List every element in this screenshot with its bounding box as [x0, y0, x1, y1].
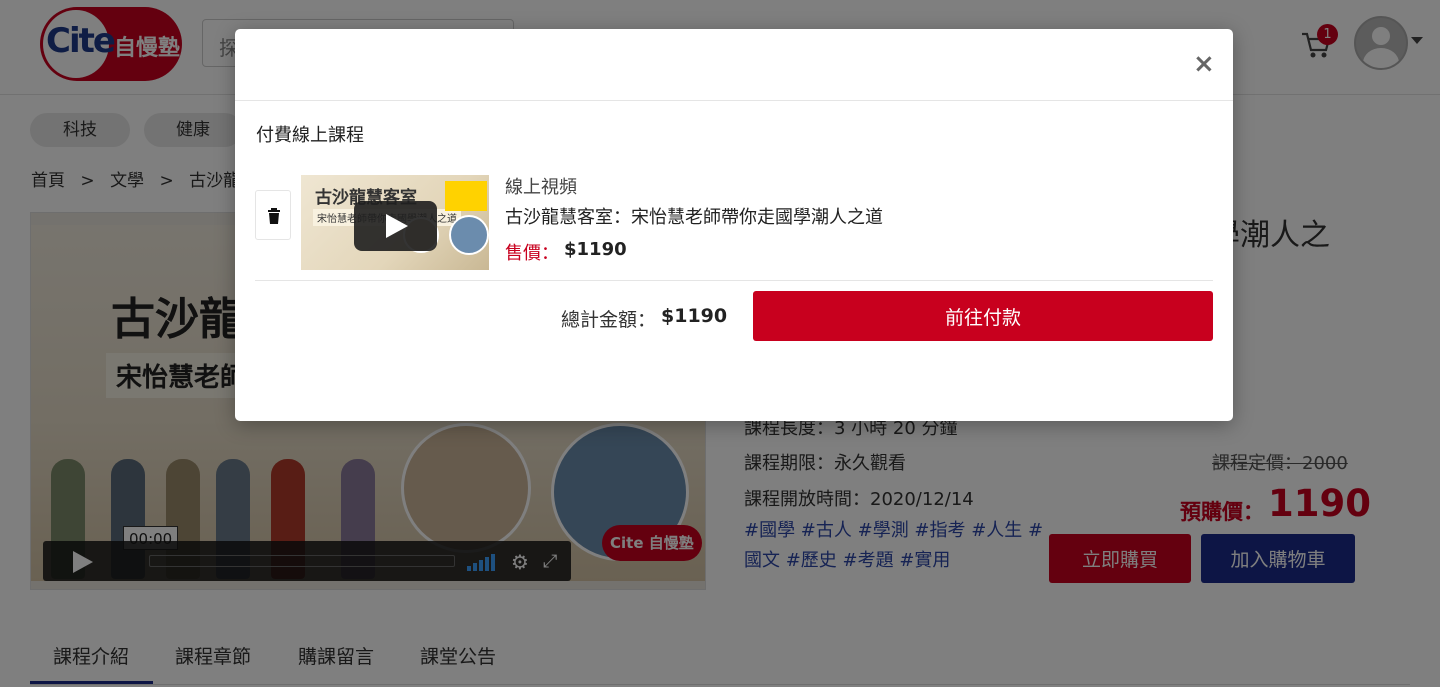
- item-type: 線上視頻: [505, 177, 577, 198]
- course-thumbnail[interactable]: 古沙龍慧客室 宋怡慧老師帶你走國學潮人之道: [301, 175, 489, 270]
- total-value: $1190: [661, 305, 728, 327]
- remove-item-button[interactable]: [255, 190, 291, 240]
- modal-section-title: 付費線上課程: [256, 125, 364, 146]
- checkout-button[interactable]: 前往付款: [753, 291, 1213, 341]
- play-icon[interactable]: [354, 201, 437, 251]
- item-name: 古沙龍慧客室：宋怡慧老師帶你走國學潮人之道: [505, 207, 883, 228]
- cart-modal: × 付費線上課程 古沙龍慧客室 宋怡慧老師帶你走國學潮人之道 線上視頻 古沙龍慧…: [235, 29, 1233, 421]
- item-price: $1190: [564, 239, 627, 260]
- modal-divider: [255, 280, 1213, 281]
- thumbnail-badge: [445, 181, 487, 211]
- item-price-label: 售價：: [505, 243, 559, 264]
- modal-header: ×: [235, 29, 1233, 101]
- trash-icon: [268, 208, 280, 224]
- thumbnail-host: [449, 215, 489, 255]
- total-label: 總計金額：: [561, 309, 657, 331]
- close-icon[interactable]: ×: [1193, 49, 1215, 79]
